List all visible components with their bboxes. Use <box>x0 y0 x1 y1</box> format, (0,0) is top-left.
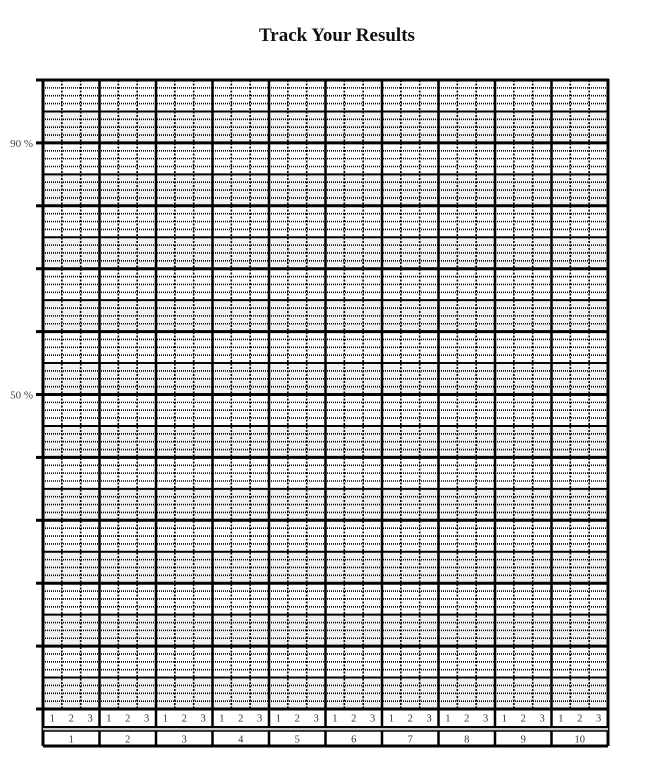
sub-column-label: 3 <box>596 714 601 725</box>
column-group-label: 9 <box>521 735 526 746</box>
sub-column-label: 2 <box>69 714 74 725</box>
sub-column-label: 1 <box>389 714 394 725</box>
sub-column-label: 3 <box>200 714 205 725</box>
sub-column-label: 2 <box>125 714 130 725</box>
sub-column-label: 3 <box>144 714 149 725</box>
sub-column-label: 2 <box>295 714 300 725</box>
sub-column-label: 2 <box>521 714 526 725</box>
column-group-label: 2 <box>125 735 130 746</box>
sub-column-label: 2 <box>577 714 582 725</box>
sub-column-label: 3 <box>87 714 92 725</box>
tracking-grid-chart: 90 % 50 % 1 2 3 1 1 2 3 2 1 2 3 3 1 2 3 4 1 2 3 5 1 2 3 6 1 2 3 7 1 2 3… <box>10 78 610 748</box>
sub-column-label: 2 <box>238 714 243 725</box>
column-group-label: 6 <box>351 735 356 746</box>
sub-column-label: 3 <box>313 714 318 725</box>
sub-column-label: 1 <box>50 714 55 725</box>
column-group-label: 5 <box>295 735 300 746</box>
y-tick-label: 90 % <box>10 138 33 150</box>
sub-column-label: 1 <box>106 714 111 725</box>
sub-column-label: 1 <box>276 714 281 725</box>
sub-column-label: 1 <box>332 714 337 725</box>
sub-column-label: 2 <box>351 714 356 725</box>
column-group-label: 3 <box>182 735 187 746</box>
sub-column-label: 1 <box>219 714 224 725</box>
y-tick-label: 50 % <box>10 390 33 402</box>
sub-column-label: 3 <box>426 714 431 725</box>
sub-column-label: 3 <box>483 714 488 725</box>
sub-column-label: 2 <box>408 714 413 725</box>
sub-column-label: 3 <box>539 714 544 725</box>
sub-column-label: 1 <box>502 714 507 725</box>
column-group-label: 4 <box>238 735 244 746</box>
column-group-label: 8 <box>464 735 469 746</box>
column-group-label: 1 <box>69 735 74 746</box>
y-axis-labels: 90 % 50 % <box>10 138 33 402</box>
column-group-label: 7 <box>408 735 413 746</box>
sub-column-label: 2 <box>182 714 187 725</box>
sub-column-label: 3 <box>370 714 375 725</box>
column-group-label: 10 <box>575 735 586 746</box>
sub-column-label: 2 <box>464 714 469 725</box>
sub-column-label: 1 <box>163 714 168 725</box>
sub-column-label: 1 <box>445 714 450 725</box>
sub-column-label: 1 <box>558 714 563 725</box>
sub-column-label: 3 <box>257 714 262 725</box>
